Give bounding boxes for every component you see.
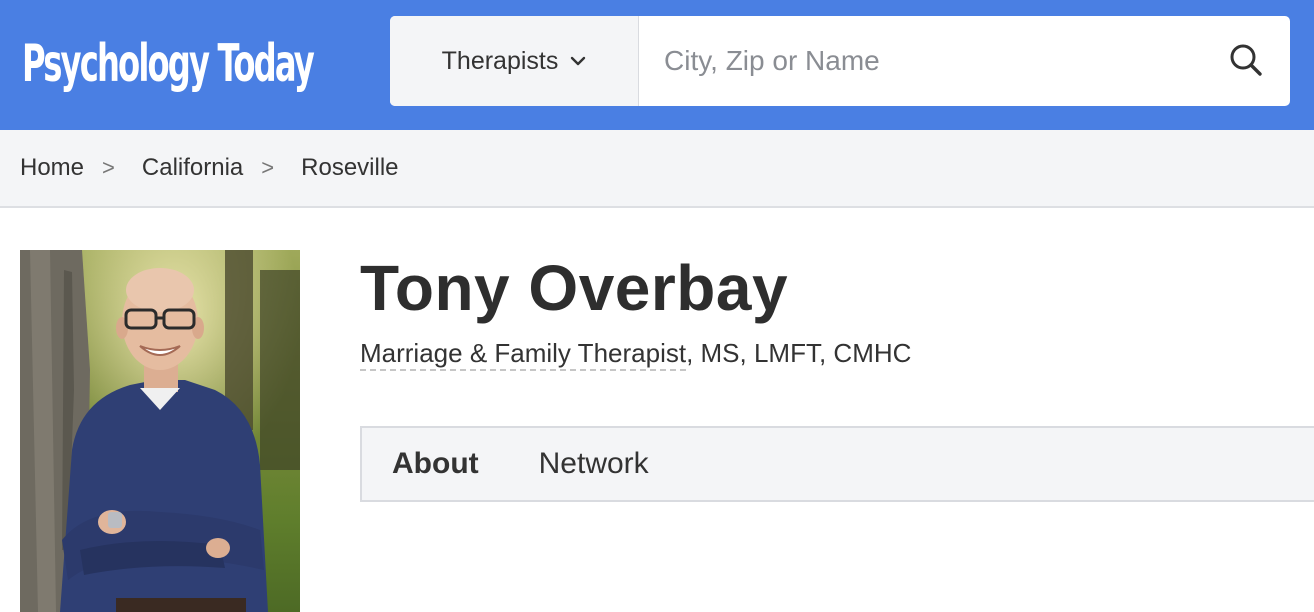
search-input[interactable]	[640, 16, 1200, 106]
psychology-today-logo[interactable]: Psychology Today	[22, 26, 315, 102]
tab-network[interactable]: Network	[539, 447, 649, 481]
profession-title[interactable]: Marriage & Family Therapist	[360, 338, 687, 371]
search-type-label: Therapists	[441, 46, 559, 75]
therapist-name: Tony Overbay	[360, 252, 789, 324]
profile-tabs: About Network	[360, 426, 1314, 502]
breadcrumb-separator: >	[261, 155, 275, 180]
breadcrumb-separator: >	[102, 155, 115, 180]
search-type-dropdown[interactable]: Therapists	[390, 16, 639, 106]
tab-about[interactable]: About	[392, 447, 479, 481]
breadcrumb-home[interactable]: Home	[20, 154, 84, 182]
search-bar: Therapists	[390, 16, 1290, 106]
profile-photo	[20, 250, 300, 612]
search-button[interactable]	[1224, 40, 1268, 84]
search-icon	[1229, 43, 1263, 82]
therapist-credentials: Marriage & Family Therapist, MS, LMFT, C…	[360, 336, 912, 371]
breadcrumb: Home > California > Roseville	[0, 130, 1314, 208]
site-header: Psychology Today Therapists	[0, 0, 1314, 130]
credential-abbreviations: , MS, LMFT, CMHC	[686, 338, 912, 368]
chevron-down-icon	[570, 53, 586, 71]
breadcrumb-california[interactable]: California	[142, 154, 243, 182]
breadcrumb-roseville[interactable]: Roseville	[301, 154, 398, 182]
